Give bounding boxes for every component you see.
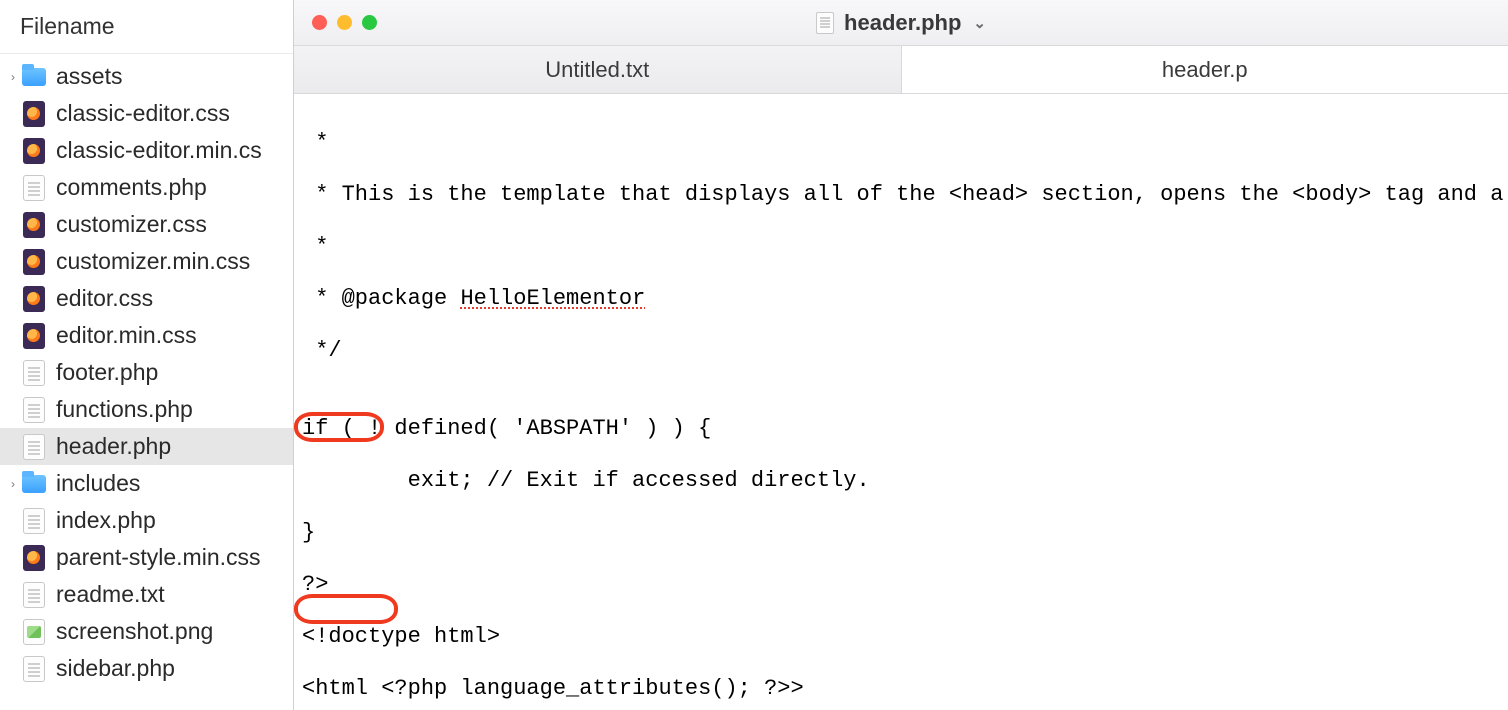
window-title-text: header.php	[844, 10, 961, 36]
file-row-assets[interactable]: › assets	[0, 58, 293, 95]
css-file-icon	[22, 102, 46, 126]
css-file-icon	[22, 324, 46, 348]
css-file-icon	[22, 139, 46, 163]
tab-label: Untitled.txt	[545, 57, 649, 83]
text-file-icon	[22, 583, 46, 607]
code-line: <!doctype html>	[302, 624, 1500, 650]
code-line: *	[302, 234, 1500, 260]
window-titlebar: header.php ⌄	[294, 0, 1508, 46]
code-line: }	[302, 520, 1500, 546]
file-row-functions-php[interactable]: functions.php	[0, 391, 293, 428]
file-label: customizer.min.css	[56, 248, 250, 275]
file-label: classic-editor.min.cs	[56, 137, 262, 164]
text-file-icon	[22, 435, 46, 459]
fullscreen-icon[interactable]	[362, 15, 377, 30]
file-label: classic-editor.css	[56, 100, 230, 127]
disclosure-triangle-icon[interactable]: ›	[6, 477, 20, 491]
disclosure-triangle-icon[interactable]: ›	[6, 70, 20, 84]
file-row-classic-editor-css[interactable]: classic-editor.css	[0, 95, 293, 132]
highlight-head-close	[294, 594, 398, 624]
file-label: header.php	[56, 433, 171, 460]
code-line: * This is the template that displays all…	[302, 182, 1500, 208]
code-line: *	[302, 130, 1500, 156]
file-row-parent-style-min-css[interactable]: parent-style.min.css	[0, 539, 293, 576]
tab-label: header.p	[1162, 57, 1248, 83]
folder-icon	[22, 472, 46, 496]
code-line: * @package HelloElementor	[302, 286, 1500, 312]
file-row-readme-txt[interactable]: readme.txt	[0, 576, 293, 613]
file-label: screenshot.png	[56, 618, 213, 645]
chevron-down-icon[interactable]: ⌄	[973, 14, 986, 32]
text-file-icon	[22, 361, 46, 385]
css-file-icon	[22, 213, 46, 237]
sidebar-header[interactable]: Filename	[0, 0, 293, 54]
file-row-customizer-css[interactable]: customizer.css	[0, 206, 293, 243]
tab-bar: Untitled.txt header.p	[294, 46, 1508, 94]
code-line: <html <?php language_attributes(); ?>>	[302, 676, 1500, 702]
file-row-index-php[interactable]: index.php	[0, 502, 293, 539]
file-row-screenshot-png[interactable]: screenshot.png	[0, 613, 293, 650]
traffic-lights	[294, 15, 377, 30]
file-row-includes[interactable]: › includes	[0, 465, 293, 502]
file-row-editor-css[interactable]: editor.css	[0, 280, 293, 317]
file-label: sidebar.php	[56, 655, 175, 682]
css-file-icon	[22, 546, 46, 570]
file-label: comments.php	[56, 174, 207, 201]
file-row-header-php[interactable]: header.php	[0, 428, 293, 465]
file-label: parent-style.min.css	[56, 544, 261, 571]
file-label: editor.css	[56, 285, 153, 312]
image-file-icon	[22, 620, 46, 644]
text-file-icon	[22, 176, 46, 200]
tab-untitled-txt[interactable]: Untitled.txt	[294, 46, 902, 93]
file-label: footer.php	[56, 359, 158, 386]
file-row-comments-php[interactable]: comments.php	[0, 169, 293, 206]
text-file-icon	[22, 398, 46, 422]
file-label: editor.min.css	[56, 322, 197, 349]
file-row-footer-php[interactable]: footer.php	[0, 354, 293, 391]
file-row-customizer-min-css[interactable]: customizer.min.css	[0, 243, 293, 280]
file-row-sidebar-php[interactable]: sidebar.php	[0, 650, 293, 687]
css-file-icon	[22, 287, 46, 311]
file-label: includes	[56, 470, 140, 497]
minimize-icon[interactable]	[337, 15, 352, 30]
file-label: assets	[56, 63, 122, 90]
text-file-icon	[22, 509, 46, 533]
code-line: exit; // Exit if accessed directly.	[302, 468, 1500, 494]
close-icon[interactable]	[312, 15, 327, 30]
file-label: readme.txt	[56, 581, 165, 608]
code-line: */	[302, 338, 1500, 364]
window-title[interactable]: header.php ⌄	[816, 10, 986, 36]
file-label: index.php	[56, 507, 156, 534]
code-line: if ( ! defined( 'ABSPATH' ) ) {	[302, 416, 1500, 442]
document-icon	[816, 12, 834, 34]
code-editor[interactable]: * * This is the template that displays a…	[294, 94, 1508, 710]
file-label: functions.php	[56, 396, 193, 423]
text-file-icon	[22, 657, 46, 681]
code-line: ?>	[302, 572, 1500, 598]
file-sidebar: Filename › assets classic-editor.css classi…	[0, 0, 294, 710]
file-label: customizer.css	[56, 211, 207, 238]
file-row-editor-min-css[interactable]: editor.min.css	[0, 317, 293, 354]
tab-header-p[interactable]: header.p	[902, 46, 1508, 93]
file-list: › assets classic-editor.css classic-editor.…	[0, 54, 293, 710]
app-root: Filename › assets classic-editor.css classi…	[0, 0, 1508, 710]
css-file-icon	[22, 250, 46, 274]
editor-pane: header.php ⌄ Untitled.txt header.p * * Th…	[294, 0, 1508, 710]
folder-icon	[22, 65, 46, 89]
file-row-classic-editor-min-cs[interactable]: classic-editor.min.cs	[0, 132, 293, 169]
